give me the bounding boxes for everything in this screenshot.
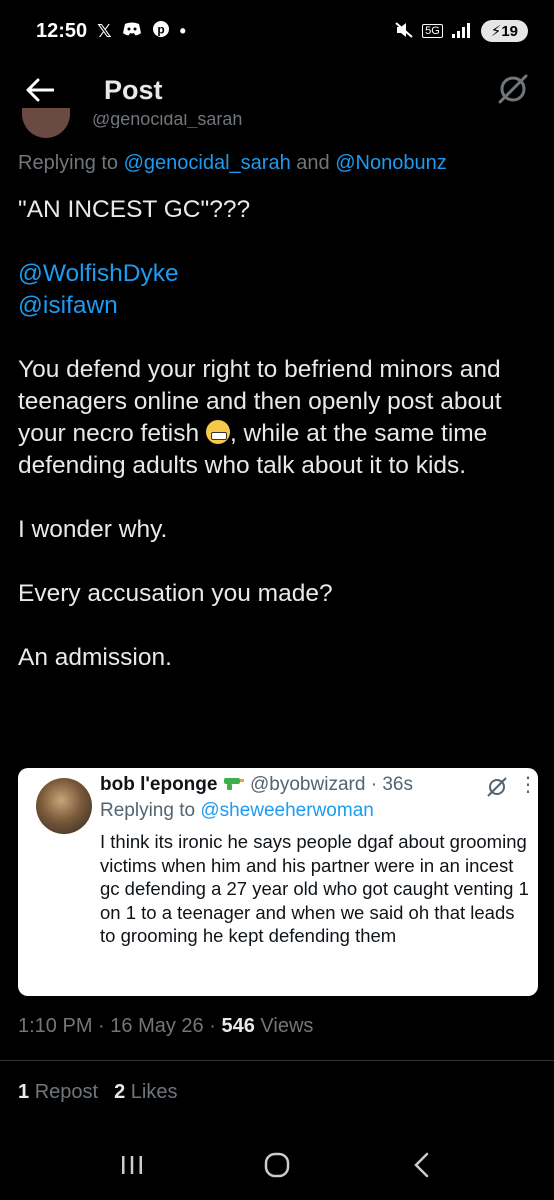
views-count[interactable]: 546 <box>221 1015 254 1037</box>
reposts-count: 1 <box>18 1081 30 1103</box>
replying-prefix: Replying to <box>18 152 119 174</box>
quoted-replying-to: Replying to @sheweeherwoman <box>100 800 374 822</box>
pinterest-icon: p <box>152 20 170 43</box>
reposts-link[interactable]: 1 Repost <box>18 1081 98 1104</box>
signal-icon <box>451 22 473 41</box>
post-paragraph: I wonder why. <box>18 516 168 543</box>
grimacing-emoji-icon <box>205 420 230 444</box>
replying-and: and <box>296 152 330 174</box>
divider <box>0 1060 554 1061</box>
svg-text:p: p <box>157 22 164 36</box>
quoted-replying-prefix: Replying to <box>100 800 196 821</box>
meta-separator: · <box>209 1015 216 1037</box>
quoted-time: 36s <box>382 774 413 795</box>
back-nav-icon[interactable] <box>402 1145 442 1185</box>
quoted-handle: @byobwizard <box>250 774 366 795</box>
reposts-label: Repost <box>34 1081 99 1103</box>
mention-link[interactable]: @WolfishDyke <box>18 260 179 287</box>
mention-link[interactable]: @isifawn <box>18 292 118 319</box>
attached-screenshot-image[interactable]: bob l'eponge @byobwizard · 36s ⋮ Replyin… <box>18 768 538 996</box>
battery-level: 19 <box>501 23 518 40</box>
author-avatar[interactable] <box>22 108 70 138</box>
quoted-more-icon: ⋮ <box>518 774 538 796</box>
views-label[interactable]: Views <box>260 1015 313 1037</box>
quoted-avatar <box>36 778 92 834</box>
post-date: 16 May 26 <box>110 1015 204 1037</box>
replying-user-link[interactable]: @genocidal_sarah <box>124 152 291 174</box>
back-arrow-icon[interactable] <box>22 72 58 108</box>
recent-apps-icon[interactable] <box>112 1145 152 1185</box>
meta-separator: · <box>98 1015 105 1037</box>
post-text: "AN INCEST GC"??? @WolfishDyke @isifawn … <box>18 194 538 674</box>
top-bar: Post <box>0 62 554 118</box>
mute-icon <box>394 21 414 42</box>
screen: 12:50 𝕏 p • 5G ⚡19 Post @genocidal_sarah… <box>0 0 554 1200</box>
system-nav-bar <box>0 1130 554 1200</box>
dot-icon: • <box>179 20 186 41</box>
quoted-text: I think its ironic he says people dgaf a… <box>100 831 529 946</box>
replying-user-link[interactable]: @Nonobunz <box>335 152 446 174</box>
page-title: Post <box>104 74 163 105</box>
status-bar: 12:50 𝕏 p • 5G ⚡19 <box>0 0 554 62</box>
status-right: 5G ⚡19 <box>394 20 528 42</box>
post-paragraph: Every accusation you made? <box>18 580 333 607</box>
author-handle[interactable]: @genocidal_sarah <box>92 114 242 128</box>
likes-label: Likes <box>130 1081 178 1103</box>
discord-icon <box>122 21 142 42</box>
quoted-replying-user: @sheweeherwoman <box>200 800 374 821</box>
post-paragraph: You defend your right to befriend minors… <box>18 354 538 482</box>
likes-link[interactable]: 2 Likes <box>114 1081 177 1104</box>
network-label: 5G <box>422 24 443 38</box>
quoted-grok-icon <box>486 776 508 798</box>
post-timestamp: 1:10 PM · 16 May 26 · 546 Views <box>18 1015 313 1038</box>
water-gun-emoji-icon <box>223 776 245 795</box>
grok-icon[interactable] <box>496 72 532 108</box>
x-icon: 𝕏 <box>97 20 112 41</box>
battery-icon: ⚡19 <box>480 20 528 42</box>
quoted-name: bob l'eponge <box>100 774 218 795</box>
replying-to: Replying to @genocidal_sarah and @Nonobu… <box>18 152 447 175</box>
post-paragraph: An admission. <box>18 644 172 671</box>
status-time: 12:50 <box>36 19 88 42</box>
home-icon[interactable] <box>257 1145 297 1185</box>
status-left: 12:50 𝕏 p • <box>36 20 186 43</box>
post-time: 1:10 PM <box>18 1015 93 1037</box>
quoted-header: bob l'eponge @byobwizard · 36s <box>100 774 413 796</box>
engagement-stats: 1 Repost 2 Likes <box>18 1081 177 1104</box>
likes-count: 2 <box>114 1081 126 1103</box>
post-line: "AN INCEST GC"??? <box>18 196 251 223</box>
quoted-separator: · <box>370 774 378 795</box>
